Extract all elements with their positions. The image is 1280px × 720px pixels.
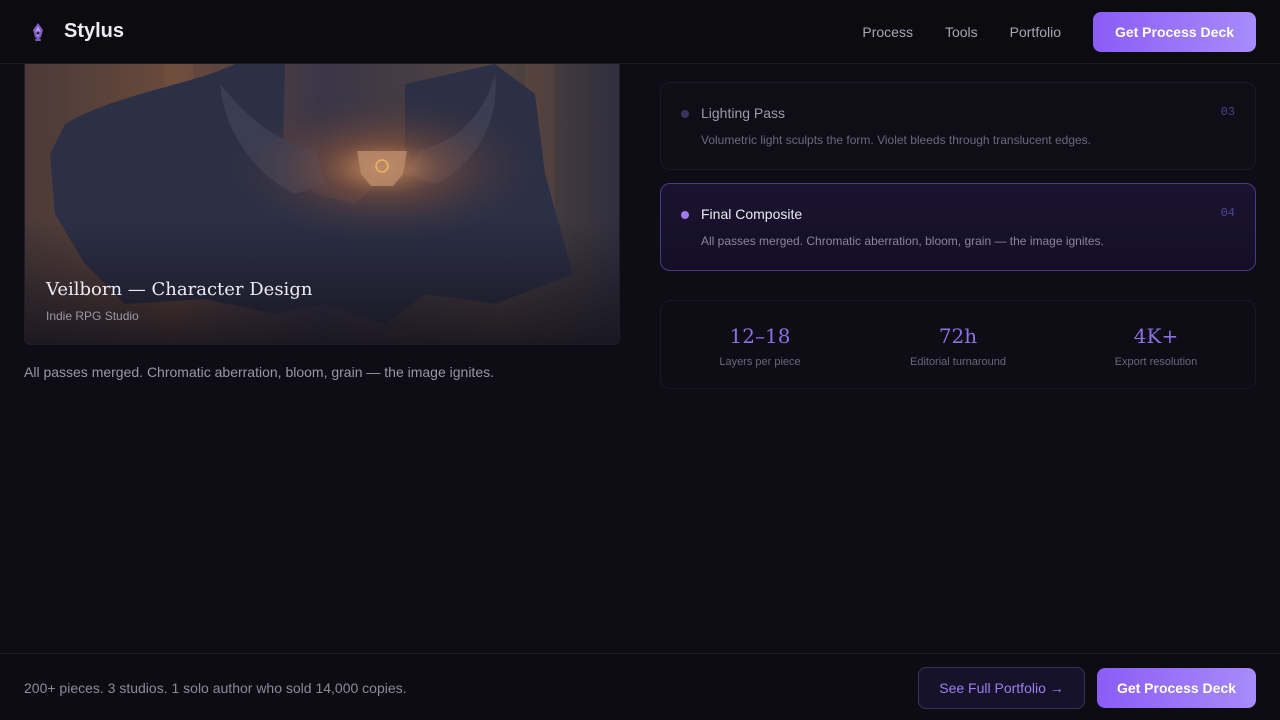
- stat-label: Layers per piece: [719, 356, 801, 368]
- nav-link-process[interactable]: Process: [862, 24, 913, 40]
- step-number: 03: [1220, 105, 1235, 119]
- step-description: All passes merged. Chromatic aberration,…: [701, 234, 1104, 248]
- stat-label: Export resolution: [1114, 356, 1198, 368]
- brand[interactable]: Stylus: [24, 18, 124, 46]
- hero-artwork-image: [25, 64, 619, 344]
- step-card-lighting-pass[interactable]: Lighting Pass Volumetric light sculpts t…: [660, 82, 1256, 170]
- step-card-final-composite[interactable]: Final Composite All passes merged. Chrom…: [660, 183, 1256, 271]
- nav-links: Process Tools Portfolio Get Process Deck: [862, 11, 1256, 52]
- step-number: 04: [1220, 206, 1235, 220]
- top-navbar: Stylus Process Tools Portfolio Get Proce…: [0, 0, 1280, 64]
- stat-turnaround: 72h Editorial turnaround: [859, 301, 1057, 388]
- step-indicator-dot: [681, 110, 689, 118]
- hero-subtitle: Indie RPG Studio: [46, 309, 139, 323]
- stat-value: 12–18: [729, 324, 791, 348]
- hero-title: Veilborn — Character Design: [46, 279, 313, 300]
- stat-label: Editorial turnaround: [909, 356, 1006, 368]
- footer-tagline: 200+ pieces. 3 studios. 1 solo author wh…: [24, 680, 407, 696]
- stat-resolution: 4K+ Export resolution: [1057, 301, 1255, 388]
- stat-value: 72h: [938, 324, 978, 348]
- step-indicator-dot: [681, 211, 689, 219]
- step-title: Final Composite: [701, 206, 803, 222]
- stat-value: 4K+: [1133, 324, 1179, 348]
- hero-image-card[interactable]: Veilborn — Character Design Indie RPG St…: [24, 64, 620, 345]
- step-title: Lighting Pass: [701, 105, 786, 121]
- footer-get-process-deck-button[interactable]: Get Process Deck: [1097, 668, 1256, 708]
- see-full-portfolio-button[interactable]: See Full Portfolio →: [918, 667, 1085, 709]
- get-process-deck-button[interactable]: Get Process Deck: [1093, 11, 1256, 52]
- brand-name: Stylus: [64, 20, 125, 42]
- hero-caption: All passes merged. Chromatic aberration,…: [24, 364, 494, 380]
- quill-pen-icon: [24, 18, 52, 46]
- nav-link-portfolio[interactable]: Portfolio: [1010, 24, 1061, 40]
- nav-link-tools[interactable]: Tools: [945, 24, 978, 40]
- sticky-footer-bar: 200+ pieces. 3 studios. 1 solo author wh…: [0, 653, 1280, 720]
- stats-panel: 12–18 Layers per piece 72h Editorial tur…: [660, 300, 1256, 389]
- stat-layers: 12–18 Layers per piece: [661, 301, 859, 388]
- step-description: Volumetric light sculpts the form. Viole…: [701, 133, 1091, 147]
